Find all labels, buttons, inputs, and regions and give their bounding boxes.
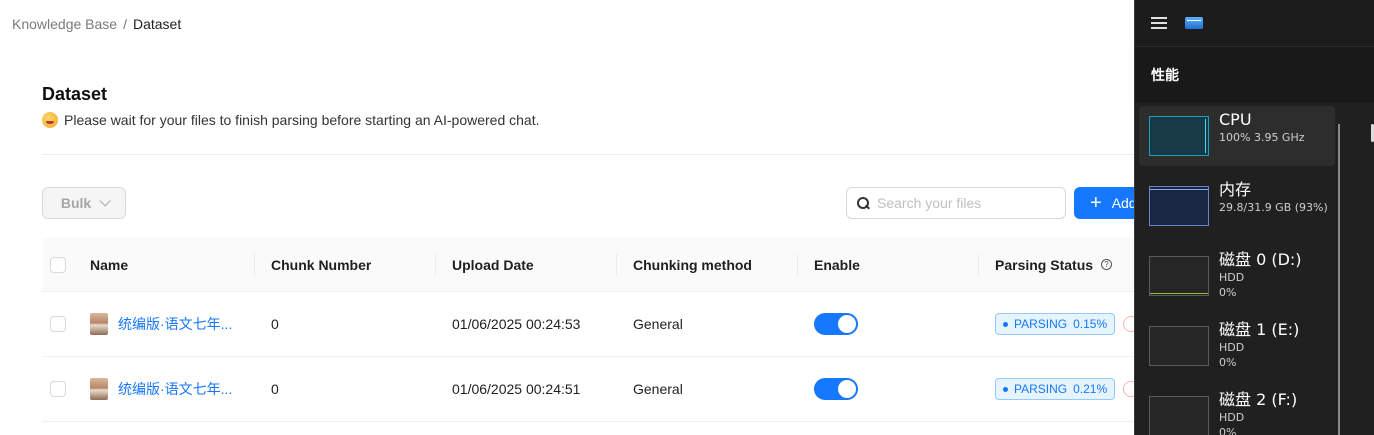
chevron-down-icon bbox=[99, 195, 111, 207]
breadcrumb-current: Dataset bbox=[132, 16, 182, 32]
column-header-enable[interactable]: Enable bbox=[798, 238, 979, 291]
disk-graph bbox=[1149, 396, 1209, 435]
performance-section-title: 性能 bbox=[1135, 46, 1374, 102]
disk-graph bbox=[1149, 326, 1209, 366]
file-thumbnail-icon bbox=[90, 313, 108, 335]
performance-list: CPU 100% 3.95 GHz 内存 29.8/31.9 GB (93%) … bbox=[1139, 106, 1335, 435]
perf-item-detail: 29.8/31.9 GB (93%) bbox=[1219, 201, 1328, 214]
hamburger-menu-icon[interactable] bbox=[1151, 17, 1167, 29]
file-name-link[interactable]: 统编版·语文七年... bbox=[118, 379, 232, 399]
breadcrumb-knowledge-base[interactable]: Knowledge Base bbox=[12, 16, 117, 32]
upload-date-cell: 01/06/2025 00:24:53 bbox=[452, 316, 581, 332]
file-name-link[interactable]: 统编版·语文七年... bbox=[118, 314, 232, 334]
files-table: Name Chunk Number Upload Date Chunking m… bbox=[42, 238, 1162, 422]
page-title: Dataset bbox=[42, 84, 108, 104]
perf-item-detail: 100% 3.95 GHz bbox=[1219, 131, 1305, 144]
column-header-chunking-method[interactable]: Chunking method bbox=[617, 238, 798, 291]
memory-graph bbox=[1149, 186, 1209, 226]
perf-item-usage: 0% bbox=[1219, 356, 1237, 370]
column-header-chunk-number[interactable]: Chunk Number bbox=[255, 238, 436, 291]
breadcrumb-separator: / bbox=[123, 16, 127, 32]
select-all-checkbox[interactable] bbox=[50, 256, 66, 273]
upload-date-cell: 01/06/2025 00:24:51 bbox=[452, 381, 581, 397]
parsing-status-text: PARSING bbox=[1014, 382, 1068, 396]
file-name-cell: 统编版·语文七年... bbox=[74, 357, 255, 421]
column-header-upload-date[interactable]: Upload Date bbox=[436, 238, 617, 291]
search-icon bbox=[857, 197, 869, 209]
performance-list-scrollbar[interactable] bbox=[1338, 124, 1340, 435]
chunking-method-cell[interactable]: General bbox=[617, 357, 798, 421]
chunking-method-cell[interactable]: General bbox=[617, 292, 798, 356]
status-dot-icon bbox=[1003, 386, 1008, 392]
perf-item-name: 内存 bbox=[1219, 180, 1252, 199]
breadcrumb: Knowledge Base / Dataset bbox=[12, 16, 181, 32]
parsing-notice-text: Please wait for your files to finish par… bbox=[64, 112, 540, 128]
perf-item-disk-0[interactable]: 磁盘 0 (D:) HDD 0% bbox=[1139, 246, 1335, 306]
enable-toggle[interactable] bbox=[814, 378, 858, 400]
perf-item-disk-2[interactable]: 磁盘 2 (F:) HDD 0% bbox=[1139, 386, 1335, 435]
perf-item-name: 磁盘 1 (E:) bbox=[1219, 320, 1300, 339]
perf-item-detail: HDD bbox=[1219, 411, 1245, 424]
perf-item-detail: HDD bbox=[1219, 271, 1245, 284]
parsing-progress-text: 0.15% bbox=[1073, 317, 1108, 331]
task-manager-logo-icon bbox=[1185, 17, 1203, 29]
perf-item-disk-1[interactable]: 磁盘 1 (E:) HDD 0% bbox=[1139, 316, 1335, 376]
status-dot-icon bbox=[1003, 321, 1008, 327]
column-header-parsing-status-label: Parsing Status bbox=[995, 256, 1094, 273]
header-checkbox-cell bbox=[42, 238, 74, 291]
table-row: 统编版·语文七年... 0 01/06/2025 00:24:53 Genera… bbox=[42, 292, 1162, 357]
chunk-number-cell: 0 bbox=[271, 316, 279, 332]
perf-item-name: CPU bbox=[1219, 110, 1252, 129]
header-divider bbox=[42, 154, 1142, 155]
perf-item-usage: 0% bbox=[1219, 286, 1237, 300]
chunk-number-cell: 0 bbox=[271, 381, 279, 397]
task-manager-titlebar bbox=[1135, 0, 1374, 46]
enable-toggle[interactable] bbox=[814, 313, 858, 335]
smiley-icon bbox=[42, 112, 58, 128]
parsing-progress-text: 0.21% bbox=[1073, 382, 1108, 396]
row-checkbox-cell bbox=[42, 357, 74, 421]
table-row: 统编版·语文七年... 0 01/06/2025 00:24:51 Genera… bbox=[42, 357, 1162, 422]
parsing-status-text: PARSING bbox=[1014, 317, 1068, 331]
search-box[interactable] bbox=[846, 187, 1066, 219]
perf-item-name: 磁盘 0 (D:) bbox=[1219, 250, 1302, 269]
perf-item-detail: HDD bbox=[1219, 341, 1245, 354]
row-checkbox[interactable] bbox=[50, 381, 66, 397]
cpu-graph bbox=[1149, 116, 1209, 156]
search-input[interactable] bbox=[877, 195, 1057, 211]
bulk-button[interactable]: Bulk bbox=[42, 187, 126, 219]
file-thumbnail-icon bbox=[90, 378, 108, 400]
parsing-status-badge: PARSING 0.15% bbox=[995, 313, 1116, 335]
plus-icon: + bbox=[1090, 192, 1102, 214]
parsing-notice: Please wait for your files to finish par… bbox=[42, 112, 539, 128]
perf-item-name: 磁盘 2 (F:) bbox=[1219, 390, 1298, 409]
table-header: Name Chunk Number Upload Date Chunking m… bbox=[42, 238, 1162, 292]
row-checkbox-cell bbox=[42, 292, 74, 356]
task-manager-window: 性能 CPU 100% 3.95 GHz 内存 29.8/31.9 GB (93… bbox=[1134, 0, 1374, 435]
perf-item-memory[interactable]: 内存 29.8/31.9 GB (93%) bbox=[1139, 176, 1335, 236]
column-header-name[interactable]: Name bbox=[74, 238, 255, 291]
file-name-cell: 统编版·语文七年... bbox=[74, 292, 255, 356]
row-checkbox[interactable] bbox=[50, 316, 66, 332]
bulk-button-label: Bulk bbox=[60, 195, 92, 211]
add-file-button-label: Add bbox=[1111, 195, 1137, 211]
perf-item-cpu[interactable]: CPU 100% 3.95 GHz bbox=[1139, 106, 1335, 166]
disk-graph bbox=[1149, 256, 1209, 296]
perf-item-usage: 0% bbox=[1219, 426, 1237, 435]
enable-cell bbox=[798, 292, 979, 356]
enable-cell bbox=[798, 357, 979, 421]
help-icon[interactable]: ? bbox=[1101, 259, 1113, 270]
parsing-status-badge: PARSING 0.21% bbox=[995, 378, 1116, 400]
